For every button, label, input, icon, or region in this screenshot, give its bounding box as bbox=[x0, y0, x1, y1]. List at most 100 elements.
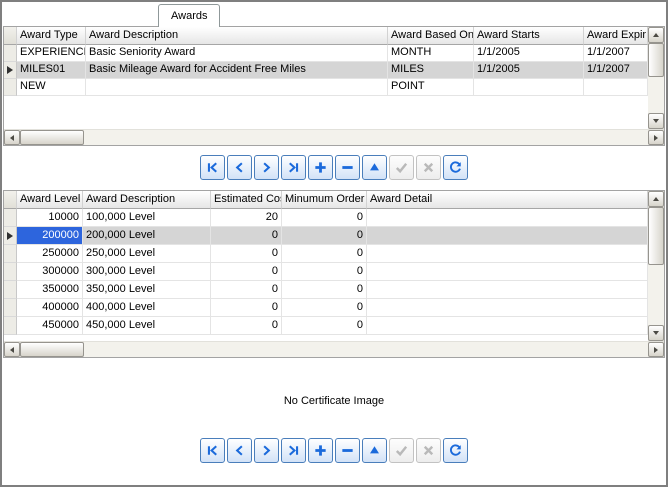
table-row[interactable]: 400000400,000 Level00 bbox=[4, 299, 648, 317]
grid-cell[interactable]: MILES01 bbox=[17, 62, 86, 79]
grid-cell[interactable]: 0 bbox=[211, 245, 282, 263]
grid-cell[interactable]: 300000 bbox=[17, 263, 83, 281]
grid-cell[interactable]: 0 bbox=[282, 209, 367, 227]
focused-cell[interactable]: 200000 bbox=[17, 227, 83, 245]
grid-cell[interactable]: Basic Mileage Award for Accident Free Mi… bbox=[86, 62, 388, 79]
grid-cell[interactable]: 1/1/2007 bbox=[584, 45, 648, 62]
grid-cell[interactable]: 0 bbox=[282, 263, 367, 281]
nav-last-button[interactable] bbox=[281, 438, 306, 463]
column-header-award-detail[interactable]: Award Detail bbox=[367, 191, 648, 209]
grid-cell[interactable]: NEW bbox=[17, 79, 86, 96]
grid-cell[interactable]: 0 bbox=[282, 317, 367, 335]
nav-post-button[interactable] bbox=[389, 155, 414, 180]
grid-cell[interactable]: 0 bbox=[282, 227, 367, 245]
table-row[interactable]: 450000450,000 Level00 bbox=[4, 317, 648, 335]
grid-cell[interactable] bbox=[367, 299, 648, 317]
grid-cell[interactable]: 100,000 Level bbox=[83, 209, 211, 227]
nav-prior-button[interactable] bbox=[227, 438, 252, 463]
grid-cell[interactable] bbox=[367, 227, 648, 245]
nav-cancel-button[interactable] bbox=[416, 438, 441, 463]
grid-cell[interactable]: 200,000 Level bbox=[83, 227, 211, 245]
nav-insert-button[interactable] bbox=[308, 155, 333, 180]
scroll-left-button[interactable] bbox=[4, 130, 20, 145]
grid-cell[interactable]: 20 bbox=[211, 209, 282, 227]
grid-cell[interactable]: 0 bbox=[282, 299, 367, 317]
nav-cancel-button[interactable] bbox=[416, 155, 441, 180]
table-row[interactable]: 250000250,000 Level00 bbox=[4, 245, 648, 263]
nav-refresh-button[interactable] bbox=[443, 155, 468, 180]
grid-cell[interactable]: 1/1/2005 bbox=[474, 45, 584, 62]
scroll-right-button[interactable] bbox=[648, 130, 664, 145]
horizontal-scroll-thumb[interactable] bbox=[20, 130, 84, 145]
grid-cell[interactable]: 300,000 Level bbox=[83, 263, 211, 281]
awards-grid-vertical-scrollbar[interactable] bbox=[648, 27, 664, 129]
nav-insert-button[interactable] bbox=[308, 438, 333, 463]
horizontal-scroll-thumb[interactable] bbox=[20, 342, 84, 357]
nav-delete-button[interactable] bbox=[335, 438, 360, 463]
tab-awards[interactable]: Awards bbox=[158, 4, 220, 27]
grid-cell[interactable]: 450000 bbox=[17, 317, 83, 335]
grid-cell[interactable]: 1/1/2005 bbox=[474, 62, 584, 79]
column-header-minumum-order[interactable]: Minumum Order bbox=[282, 191, 367, 209]
grid-cell[interactable]: 0 bbox=[211, 227, 282, 245]
grid-cell[interactable]: 0 bbox=[211, 263, 282, 281]
column-header-award-description[interactable]: Award Description bbox=[83, 191, 211, 209]
grid-cell[interactable]: MILES bbox=[388, 62, 474, 79]
horizontal-scroll-track[interactable] bbox=[20, 130, 648, 145]
table-row[interactable]: 350000350,000 Level00 bbox=[4, 281, 648, 299]
nav-refresh-button[interactable] bbox=[443, 438, 468, 463]
table-row[interactable]: EXPERIENCEBasic Seniority AwardMONTH1/1/… bbox=[4, 45, 648, 62]
grid-cell[interactable]: 400000 bbox=[17, 299, 83, 317]
grid-cell[interactable]: 0 bbox=[211, 281, 282, 299]
column-header-estimated-cost[interactable]: Estimated Cost bbox=[211, 191, 282, 209]
grid-cell[interactable]: 350000 bbox=[17, 281, 83, 299]
table-row[interactable]: 200000200,000 Level00 bbox=[4, 227, 648, 245]
vertical-scroll-thumb[interactable] bbox=[648, 207, 664, 265]
nav-prior-button[interactable] bbox=[227, 155, 252, 180]
nav-next-button[interactable] bbox=[254, 155, 279, 180]
nav-next-button[interactable] bbox=[254, 438, 279, 463]
awards-grid-horizontal-scrollbar[interactable] bbox=[4, 129, 664, 145]
nav-delete-button[interactable] bbox=[335, 155, 360, 180]
grid-cell[interactable]: 250,000 Level bbox=[83, 245, 211, 263]
grid-cell[interactable]: 0 bbox=[211, 317, 282, 335]
nav-first-button[interactable] bbox=[200, 438, 225, 463]
grid-cell[interactable] bbox=[86, 79, 388, 96]
grid-cell[interactable]: 250000 bbox=[17, 245, 83, 263]
grid-cell[interactable]: 450,000 Level bbox=[83, 317, 211, 335]
grid-cell[interactable]: 350,000 Level bbox=[83, 281, 211, 299]
scroll-up-button[interactable] bbox=[648, 27, 664, 43]
grid-cell[interactable] bbox=[367, 245, 648, 263]
table-row[interactable]: 300000300,000 Level00 bbox=[4, 263, 648, 281]
grid-cell[interactable]: 10000 bbox=[17, 209, 83, 227]
grid-cell[interactable]: 400,000 Level bbox=[83, 299, 211, 317]
grid-cell[interactable]: 0 bbox=[282, 281, 367, 299]
column-header-award-type[interactable]: Award Type bbox=[17, 27, 86, 45]
nav-last-button[interactable] bbox=[281, 155, 306, 180]
grid-cell[interactable]: 0 bbox=[282, 245, 367, 263]
nav-edit-button[interactable] bbox=[362, 155, 387, 180]
column-header-award-starts[interactable]: Award Starts bbox=[474, 27, 584, 45]
horizontal-scroll-track[interactable] bbox=[20, 342, 648, 357]
scroll-right-button[interactable] bbox=[648, 342, 664, 357]
grid-cell[interactable]: EXPERIENCE bbox=[17, 45, 86, 62]
nav-post-button[interactable] bbox=[389, 438, 414, 463]
vertical-scroll-thumb[interactable] bbox=[648, 43, 664, 77]
grid-cell[interactable]: 0 bbox=[211, 299, 282, 317]
grid-cell[interactable] bbox=[367, 263, 648, 281]
column-header-award-based-on[interactable]: Award Based On bbox=[388, 27, 474, 45]
grid-cell[interactable] bbox=[367, 317, 648, 335]
award-levels-grid-vertical-scrollbar[interactable] bbox=[648, 191, 664, 341]
scroll-left-button[interactable] bbox=[4, 342, 20, 357]
grid-cell[interactable]: 1/1/2007 bbox=[584, 62, 648, 79]
grid-cell[interactable] bbox=[474, 79, 584, 96]
nav-edit-button[interactable] bbox=[362, 438, 387, 463]
grid-cell[interactable]: POINT bbox=[388, 79, 474, 96]
vertical-scroll-track[interactable] bbox=[648, 207, 664, 325]
column-header-award-level[interactable]: Award Level bbox=[17, 191, 83, 209]
grid-cell[interactable] bbox=[367, 281, 648, 299]
grid-cell[interactable]: MONTH bbox=[388, 45, 474, 62]
scroll-down-button[interactable] bbox=[648, 325, 664, 341]
scroll-up-button[interactable] bbox=[648, 191, 664, 207]
scroll-down-button[interactable] bbox=[648, 113, 664, 129]
